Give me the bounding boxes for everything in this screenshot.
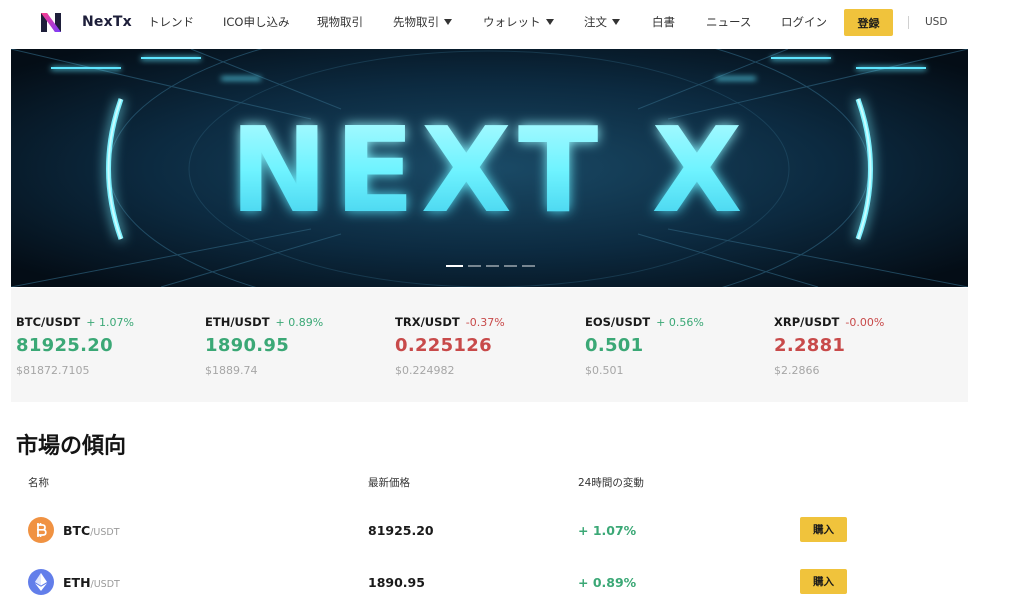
ticker-price: 1890.95 xyxy=(205,335,290,356)
ticker-pair: XRP/USDT xyxy=(774,315,840,329)
ticker-item-eos[interactable]: EOS/USDT + 0.56% 0.501 $0.501 xyxy=(585,288,770,402)
buy-button[interactable]: 購入 xyxy=(800,517,847,542)
carousel-dot[interactable] xyxy=(504,265,517,267)
carousel-dot[interactable] xyxy=(522,265,535,267)
nextx-logo-icon xyxy=(41,13,61,32)
nav-item-futures[interactable]: 先物取引 xyxy=(393,0,452,44)
nav-item-wallet[interactable]: ウォレット xyxy=(483,0,554,44)
ticker-change: + 0.89% xyxy=(275,316,324,329)
ticker-item-xrp[interactable]: XRP/USDT -0.00% 2.2881 $2.2866 xyxy=(774,288,959,402)
ticker-usd-price: $2.2866 xyxy=(774,364,820,377)
bitcoin-symbol-icon xyxy=(37,523,47,537)
ticker-pair: EOS/USDT xyxy=(585,315,651,329)
ticker-usd-price: $81872.7105 xyxy=(16,364,90,377)
ethereum-icon xyxy=(28,569,54,595)
nav-divider xyxy=(908,16,909,29)
ticker-item-trx[interactable]: TRX/USDT -0.37% 0.225126 $0.224982 xyxy=(395,288,580,402)
ticker-price: 0.501 xyxy=(585,335,644,356)
ticker-item-eth[interactable]: ETH/USDT + 0.89% 1890.95 $1889.74 xyxy=(205,288,390,402)
hero-banner[interactable]: NEXT X xyxy=(11,49,968,287)
ticker-price: 2.2881 xyxy=(774,335,846,356)
nav-item-trend[interactable]: トレンド xyxy=(148,0,194,44)
ticker-usd-price: $0.224982 xyxy=(395,364,455,377)
caret-down-icon xyxy=(612,19,620,25)
ticker-usd-price: $1889.74 xyxy=(205,364,258,377)
nav-item-news[interactable]: ニュース xyxy=(706,0,751,44)
column-header-price: 最新価格 xyxy=(368,477,410,489)
caret-down-icon xyxy=(444,19,452,25)
top-nav: NexTx トレンド ICO申し込み 現物取引 先物取引 ウォレット 注文 白書… xyxy=(0,0,968,44)
coin-symbol: BTC/USDT xyxy=(63,523,120,538)
last-price: 81925.20 xyxy=(368,523,434,538)
ticker-pair: TRX/USDT xyxy=(395,315,460,329)
market-trends-title: 市場の傾向 xyxy=(16,434,127,459)
caret-down-icon xyxy=(545,19,554,25)
hero-title: NEXT X xyxy=(230,101,749,239)
nav-item-whitepaper[interactable]: 白書 xyxy=(652,0,675,44)
table-row[interactable]: ETH/USDT 1890.95 + 0.89% 購入 xyxy=(0,563,968,603)
price-ticker: BTC/USDT + 1.07% 81925.20 $81872.7105 ETH… xyxy=(11,288,968,402)
nav-item-spot[interactable]: 現物取引 xyxy=(317,0,363,44)
ticker-change: + 1.07% xyxy=(86,316,134,329)
carousel-dot[interactable] xyxy=(486,265,499,267)
currency-selector[interactable]: USD xyxy=(925,0,947,44)
coin-symbol: ETH/USDT xyxy=(63,575,120,590)
column-header-name: 名称 xyxy=(28,477,49,489)
hero-artwork: NEXT X xyxy=(11,49,968,287)
last-price: 1890.95 xyxy=(368,575,425,590)
table-row[interactable]: BTC/USDT 81925.20 + 1.07% 購入 xyxy=(0,511,968,551)
24h-change: + 1.07% xyxy=(578,523,637,538)
ticker-change: -0.00% xyxy=(845,316,885,329)
register-button[interactable]: 登録 xyxy=(844,9,893,36)
24h-change: + 0.89% xyxy=(578,575,637,590)
ticker-pair: BTC/USDT xyxy=(16,315,81,329)
buy-button[interactable]: 購入 xyxy=(800,569,847,594)
ticker-change: -0.37% xyxy=(465,316,505,329)
ticker-item-btc[interactable]: BTC/USDT + 1.07% 81925.20 $81872.7105 xyxy=(16,288,201,402)
bitcoin-icon xyxy=(28,517,54,543)
ethereum-symbol-icon xyxy=(35,573,47,591)
nav-item-ico[interactable]: ICO申し込み xyxy=(223,0,289,44)
brand[interactable]: NexTx xyxy=(38,9,132,35)
carousel-dot[interactable] xyxy=(468,265,481,267)
carousel-indicators xyxy=(446,265,535,267)
brand-name: NexTx xyxy=(82,14,132,30)
ticker-pair: ETH/USDT xyxy=(205,315,270,329)
ticker-price: 81925.20 xyxy=(16,335,113,356)
ticker-usd-price: $0.501 xyxy=(585,364,624,377)
carousel-dot[interactable] xyxy=(446,265,463,267)
column-header-change: 24時間の変動 xyxy=(578,477,644,489)
nav-item-orders[interactable]: 注文 xyxy=(584,0,620,44)
ticker-price: 0.225126 xyxy=(395,335,492,356)
ticker-change: + 0.56% xyxy=(656,316,704,329)
nav-item-login[interactable]: ログイン xyxy=(781,0,827,44)
